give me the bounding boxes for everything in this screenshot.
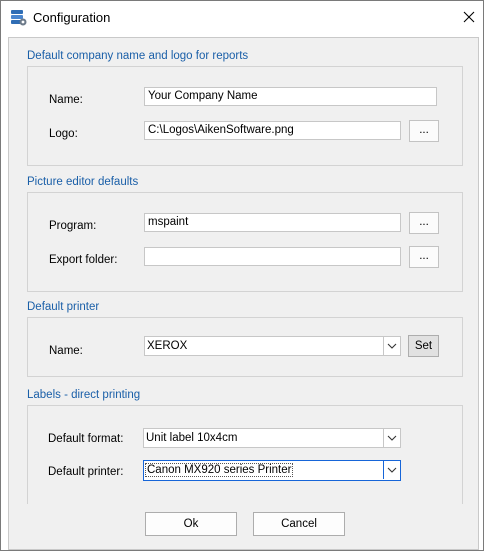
default-label-printer-label: Default printer: <box>48 466 124 478</box>
window-title: Configuration <box>33 10 111 25</box>
program-label: Program: <box>49 220 97 232</box>
close-icon[interactable] <box>457 6 481 28</box>
default-label-printer-value: Canon MX920 series Printer <box>145 463 294 477</box>
chevron-down-icon[interactable] <box>383 461 400 479</box>
company-name-input[interactable]: Your Company Name <box>144 87 437 106</box>
company-name-label: Name: <box>49 94 83 106</box>
labels-section-title: Labels - direct printing <box>27 389 141 401</box>
program-input[interactable]: mspaint <box>144 213 401 232</box>
logo-label: Logo: <box>49 128 78 140</box>
default-printer-group: Name: XEROX Set <box>27 317 463 377</box>
picture-editor-section-title: Picture editor defaults <box>27 176 139 188</box>
printer-name-value: XEROX <box>147 340 188 352</box>
chevron-down-icon[interactable] <box>383 429 400 447</box>
export-folder-browse-button[interactable]: ... <box>409 246 439 268</box>
default-format-select[interactable]: Unit label 10x4cm <box>143 428 401 448</box>
title-bar[interactable]: Configuration <box>1 1 483 33</box>
export-folder-input[interactable] <box>144 247 401 266</box>
default-label-printer-select[interactable]: Canon MX920 series Printer <box>143 460 401 481</box>
program-browse-button[interactable]: ... <box>409 212 439 234</box>
dialog-content: Default company name and logo for report… <box>8 37 479 550</box>
printer-name-label: Name: <box>49 345 83 357</box>
logo-browse-button[interactable]: ... <box>409 120 439 142</box>
picture-editor-group: Program: mspaint ... Export folder: ... <box>27 192 463 292</box>
default-format-label: Default format: <box>48 433 124 445</box>
export-folder-label: Export folder: <box>49 254 118 266</box>
logo-path-input[interactable]: C:\Logos\AikenSoftware.png <box>144 121 401 140</box>
printer-name-select[interactable]: XEROX <box>144 336 401 356</box>
cancel-button[interactable]: Cancel <box>253 512 345 536</box>
default-printer-section-title: Default printer <box>27 301 100 313</box>
default-format-value: Unit label 10x4cm <box>146 432 238 444</box>
company-section-title: Default company name and logo for report… <box>27 50 249 62</box>
database-settings-icon <box>11 10 27 26</box>
labels-group: Default format: Unit label 10x4cm Defaul… <box>27 405 463 504</box>
company-group: Name: Your Company Name Logo: C:\Logos\A… <box>27 66 463 166</box>
ok-button[interactable]: Ok <box>145 512 237 536</box>
configuration-dialog: Configuration Default company name and l… <box>0 0 484 551</box>
set-printer-button[interactable]: Set <box>408 335 439 357</box>
chevron-down-icon[interactable] <box>383 337 400 355</box>
